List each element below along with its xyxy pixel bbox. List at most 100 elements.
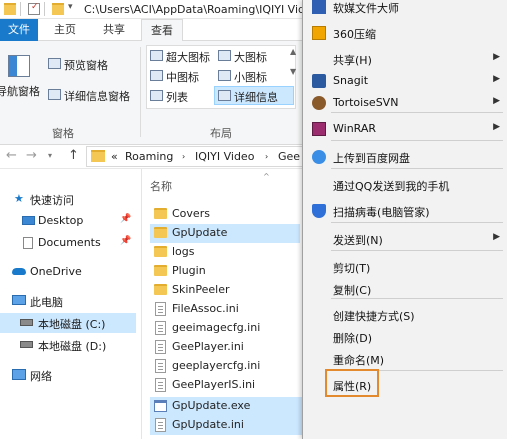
up-arrow-icon[interactable]: ↑: [68, 148, 79, 163]
qa-dropdown-icon[interactable]: ▾: [68, 2, 73, 12]
settings-file-icon: [155, 302, 166, 316]
preview-pane-button[interactable]: 预览窗格: [64, 57, 108, 73]
breadcrumb-overflow[interactable]: «: [111, 150, 118, 163]
file-row[interactable]: geeimagecfg.ini: [150, 319, 300, 338]
nav-onedrive[interactable]: OneDrive: [0, 262, 136, 282]
file-row[interactable]: Covers: [150, 205, 300, 224]
file-row[interactable]: GpUpdate.ini: [150, 416, 310, 435]
menu-item[interactable]: 重命名(M): [303, 348, 507, 370]
folder-icon: [4, 3, 16, 15]
folder-icon: [154, 284, 167, 295]
file-row[interactable]: logs: [150, 243, 300, 262]
details-pane-icon: [48, 89, 61, 100]
checkbox-icon[interactable]: ✓: [28, 2, 40, 15]
details-view-selected[interactable]: 详细信息: [214, 86, 294, 105]
menu-item[interactable]: 360压缩: [303, 22, 507, 44]
breadcrumb-gee[interactable]: Gee: [278, 150, 300, 163]
file-name: geeplayercfg.ini: [172, 359, 261, 372]
pin-icon[interactable]: 📌: [120, 214, 131, 224]
settings-file-icon: [155, 340, 166, 354]
nav-documents[interactable]: Documents 📌: [0, 233, 136, 253]
forward-arrow-icon[interactable]: →: [26, 148, 37, 163]
nav-pane-icon: [8, 55, 30, 77]
layout-group-label: 布局: [210, 127, 232, 140]
nav-this-pc[interactable]: 此电脑: [0, 291, 136, 311]
tab-home[interactable]: 主页: [48, 19, 82, 41]
file-row[interactable]: SkinPeeler: [150, 281, 300, 300]
menu-item[interactable]: 剪切(T): [303, 256, 507, 278]
nav-quick-access[interactable]: ★ 快速访问: [0, 189, 136, 209]
breadcrumb-chevron-icon[interactable]: ›: [182, 152, 185, 161]
nav-desktop[interactable]: Desktop 📌: [0, 211, 136, 231]
submenu-arrow-icon: ▶: [493, 232, 500, 242]
settings-file-icon: [155, 418, 166, 432]
large-icons-icon: [218, 50, 231, 61]
small-icons-icon: [218, 70, 231, 81]
menu-separator: [331, 222, 503, 223]
menu-item-label: 360压缩: [333, 28, 376, 41]
menu-separator: [331, 250, 503, 251]
file-name: Covers: [172, 207, 210, 220]
menu-item[interactable]: 发送到(N) ▶: [303, 228, 507, 250]
gallery-scroll-down-icon[interactable]: ▼: [290, 67, 296, 76]
nav-local-disk-d[interactable]: 本地磁盘 (D:): [0, 335, 136, 355]
menu-item[interactable]: 复制(C): [303, 278, 507, 300]
file-row[interactable]: Plugin: [150, 262, 300, 281]
shield-icon: [312, 204, 326, 218]
menu-item[interactable]: TortoiseSVN ▶: [303, 92, 507, 114]
menu-item[interactable]: 软媒文件大师: [303, 0, 507, 18]
menu-item-label: Snagit: [333, 74, 369, 87]
nav-local-disk-c[interactable]: 本地磁盘 (C:): [0, 313, 136, 333]
file-name: FileAssoc.ini: [172, 302, 239, 315]
recent-locations-icon[interactable]: ▾: [48, 151, 52, 160]
menu-item[interactable]: 上传到百度网盘: [303, 146, 507, 168]
file-row[interactable]: GpUpdate.exe: [150, 397, 310, 416]
submenu-arrow-icon: ▶: [493, 74, 500, 84]
menu-item[interactable]: 删除(D): [303, 326, 507, 348]
back-arrow-icon[interactable]: ←: [6, 148, 17, 163]
tab-share[interactable]: 共享: [97, 19, 131, 41]
menu-item[interactable]: WinRAR ▶: [303, 118, 507, 140]
file-row[interactable]: GeePlayer.ini: [150, 338, 300, 357]
medium-icons-option[interactable]: 中图标: [166, 69, 199, 85]
menu-separator: [331, 112, 503, 113]
pin-icon[interactable]: 📌: [120, 236, 131, 246]
menu-item[interactable]: 扫描病毒(电脑管家): [303, 200, 507, 222]
gallery-scroll-up-icon[interactable]: ▲: [290, 47, 296, 56]
nav-label: 快速访问: [30, 194, 74, 207]
new-folder-icon[interactable]: [52, 3, 64, 15]
small-icons-option[interactable]: 小图标: [234, 69, 267, 85]
menu-item[interactable]: 共享(H) ▶: [303, 48, 507, 70]
nav-pane-button[interactable]: 导航窗格: [0, 49, 40, 119]
file-row[interactable]: GeePlayerIS.ini: [150, 376, 300, 395]
extra-large-icons-option[interactable]: 超大图标: [166, 49, 210, 65]
pane-divider[interactable]: [141, 169, 142, 439]
menu-item[interactable]: 通过QQ发送到我的手机: [303, 174, 507, 196]
medium-icons-icon: [150, 70, 163, 81]
large-icons-option[interactable]: 大图标: [234, 49, 267, 65]
breadcrumb-roaming[interactable]: Roaming: [125, 150, 173, 163]
file-row[interactable]: geeplayercfg.ini: [150, 357, 300, 376]
menu-item-label: 通过QQ发送到我的手机: [333, 180, 450, 193]
file-row[interactable]: GpUpdate: [150, 224, 300, 243]
drive-icon: [20, 341, 33, 348]
breadcrumb-iqiyi[interactable]: IQIYI Video: [195, 150, 254, 163]
list-view-option[interactable]: 列表: [166, 89, 188, 105]
menu-item[interactable]: 创建快捷方式(S): [303, 304, 507, 326]
file-row[interactable]: FileAssoc.ini: [150, 300, 300, 319]
baidu-cloud-icon: [312, 150, 326, 164]
column-header-name[interactable]: 名称: [150, 178, 172, 194]
nav-label: 此电脑: [30, 296, 63, 309]
tab-view[interactable]: 查看: [141, 19, 183, 42]
breadcrumb-chevron-icon[interactable]: ›: [265, 152, 268, 161]
softmedia-icon: [312, 0, 326, 14]
nav-network[interactable]: 网络: [0, 365, 136, 385]
menu-item-label: WinRAR: [333, 122, 377, 135]
file-name: Plugin: [172, 264, 206, 277]
properties-highlight-box: [325, 369, 379, 397]
qa-divider: [44, 2, 45, 16]
details-pane-button[interactable]: 详细信息窗格: [64, 88, 130, 104]
tab-file[interactable]: 文件: [0, 19, 38, 41]
menu-item[interactable]: Snagit ▶: [303, 70, 507, 92]
file-name: logs: [172, 245, 195, 258]
